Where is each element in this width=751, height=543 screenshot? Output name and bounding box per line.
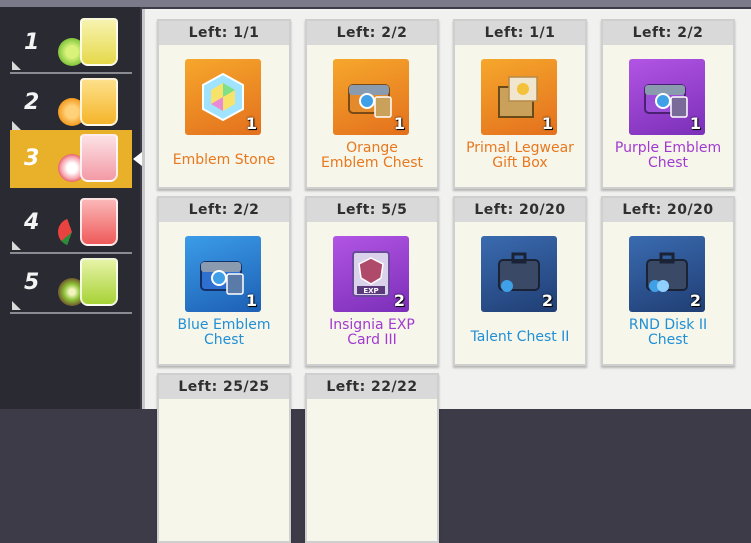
reward-card[interactable]: Left: 2/2 1 Purple Emblem Chest [601,19,735,189]
item-name: Purple Emblem Chest [614,140,722,171]
reward-card[interactable]: Left: 20/20 2 RND Disk II Chest [601,196,735,366]
item-icon-frame: 1 [185,59,261,135]
tier-tab-1[interactable]: 1 [10,14,132,74]
item-name: Blue Emblem Chest [177,317,271,348]
reward-card[interactable]: Left: 2/2 1 Orange Emblem Chest [305,19,439,189]
gift-box-icon [498,76,538,118]
item-name: Talent Chest II [470,329,570,345]
remaining-count: Left: 2/2 [603,21,733,45]
item-name: Emblem Stone [172,152,276,168]
drink-glass-icon [80,258,118,306]
tier-tab-3[interactable]: 3 [10,130,142,188]
item-quantity: 1 [245,291,257,310]
item-name: Primal Legwear Gift Box [466,140,574,171]
item-quantity: 1 [245,114,257,133]
item-icon-frame: EXP 2 [333,236,409,312]
item-quantity: 1 [393,114,405,133]
item-quantity: 2 [541,291,553,310]
drink-glass-icon [80,78,118,126]
reward-card[interactable]: Left: 2/2 1 Blue Emblem Chest [157,196,291,366]
drink-glass-icon [80,134,118,182]
item-icon-frame: 2 [629,236,705,312]
tier-number: 1 [24,30,40,55]
exp-card-icon: EXP [352,251,390,297]
reward-card[interactable]: Left: 1/1 1 Emblem Stone [157,19,291,189]
tier-sidebar: 1 2 3 4 5 [0,7,142,409]
case-icon [498,252,540,292]
remaining-count: Left: 1/1 [159,21,289,45]
item-name: Orange Emblem Chest [320,140,423,171]
tier-number: 4 [24,210,40,235]
item-icon-frame: 1 [333,59,409,135]
item-quantity: 1 [689,114,701,133]
reward-card[interactable]: Left: 22/22 [305,373,439,543]
tier-tab-5[interactable]: 5 [10,254,132,314]
reward-card[interactable]: Left: 20/20 2 Talent Chest II [453,196,587,366]
item-icon-frame: 1 [185,236,261,312]
tier-number: 5 [24,270,40,295]
reward-card[interactable]: Left: 25/25 [157,373,291,543]
item-icon-frame: 1 [629,59,705,135]
remaining-count: Left: 5/5 [307,198,437,222]
remaining-count: Left: 1/1 [455,21,585,45]
chest-icon [644,84,688,118]
remaining-count: Left: 25/25 [159,375,289,399]
chest-icon [348,84,392,118]
remaining-count: Left: 2/2 [307,21,437,45]
exp-badge: EXP [363,287,378,295]
item-quantity: 2 [393,291,405,310]
item-quantity: 1 [541,114,553,133]
reward-panel: Left: 1/1 1 Emblem Stone Left: 2/2 1 Ora… [142,9,751,543]
item-icon-frame: 2 [481,236,557,312]
remaining-count: Left: 20/20 [455,198,585,222]
item-name: Insignia EXP Card III [329,317,415,348]
item-name: RND Disk II Chest [628,317,708,348]
tier-number: 3 [24,146,40,171]
remaining-count: Left: 20/20 [603,198,733,222]
selection-pointer [133,152,142,166]
tier-number: 2 [24,90,40,115]
remaining-count: Left: 2/2 [159,198,289,222]
drink-glass-icon [80,198,118,246]
reward-card[interactable]: Left: 1/1 1 Primal Legwear Gift Box [453,19,587,189]
case-icon [646,252,688,292]
chest-icon [200,261,244,295]
item-quantity: 2 [689,291,701,310]
reward-card[interactable]: Left: 5/5 EXP 2 Insignia EXP Card III [305,196,439,366]
gem-icon [202,72,244,122]
tier-tab-2[interactable]: 2 [10,74,132,134]
remaining-count: Left: 22/22 [307,375,437,399]
tier-tab-4[interactable]: 4 [10,194,132,254]
drink-glass-icon [80,18,118,66]
top-strip [0,0,751,7]
item-icon-frame: 1 [481,59,557,135]
